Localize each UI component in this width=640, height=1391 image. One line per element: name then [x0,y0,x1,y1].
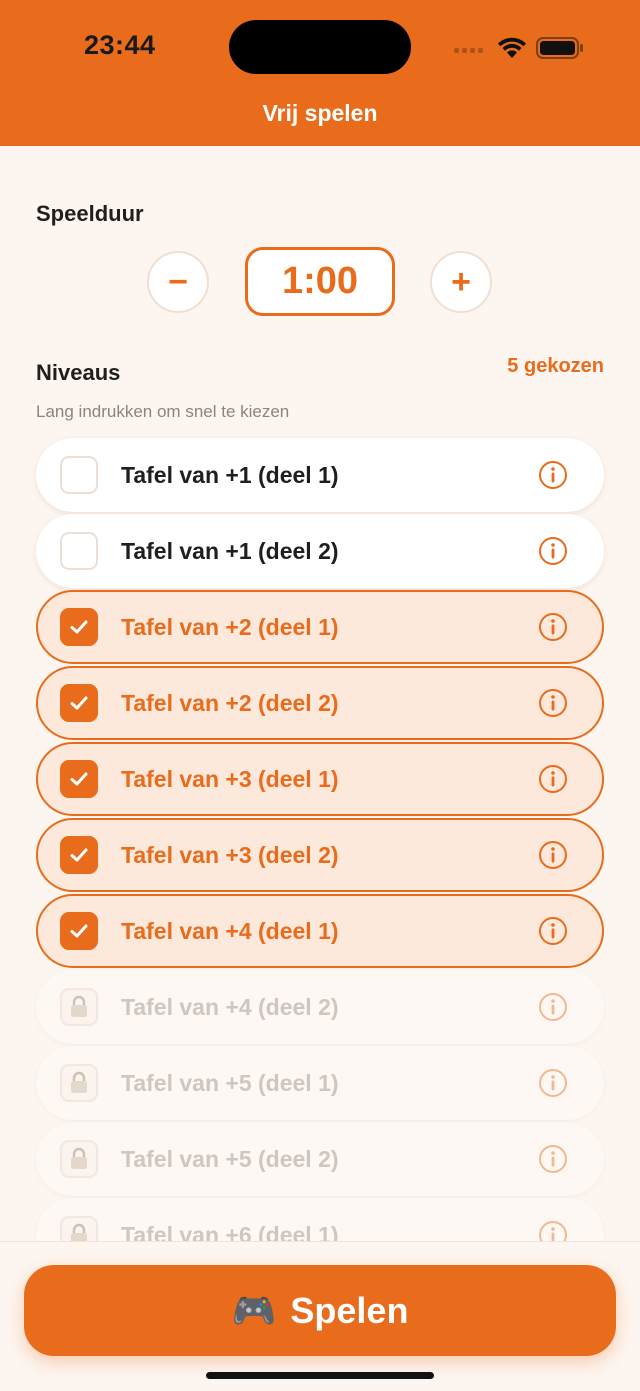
lock-icon [60,988,98,1026]
dynamic-island [229,20,411,74]
info-icon[interactable] [538,1144,568,1174]
level-label: Tafel van +1 (deel 1) [121,461,339,488]
info-icon[interactable] [538,460,568,490]
level-label: Tafel van +2 (deel 2) [121,689,339,716]
levels-list[interactable]: Tafel van +1 (deel 1) Tafel van +1 (deel … [0,436,640,1241]
wifi-icon [498,37,526,58]
lock-icon [60,1216,98,1241]
level-row[interactable]: Tafel van +4 (deel 1) [36,894,604,968]
info-icon[interactable] [538,1068,568,1098]
level-row[interactable]: Tafel van +1 (deel 1) [36,438,604,512]
battery-icon [536,37,583,59]
level-label: Tafel van +4 (deel 1) [121,917,339,944]
increase-duration-button[interactable]: + [430,251,492,313]
checkbox-checked-icon[interactable] [60,684,98,722]
level-row[interactable]: Tafel van +2 (deel 1) [36,590,604,664]
level-row[interactable]: Tafel van +2 (deel 2) [36,666,604,740]
levels-hint: Lang indrukken om snel te kiezen [36,402,290,421]
level-label: Tafel van +1 (deel 2) [121,537,339,564]
chosen-count: 5 gekozen [507,355,604,377]
level-label: Tafel van +5 (deel 2) [121,1145,339,1172]
checkbox-unchecked-icon[interactable] [60,532,98,570]
lock-icon [71,1071,87,1093]
lock-icon [71,1147,87,1169]
info-icon[interactable] [538,840,568,870]
info-icon[interactable] [538,1220,568,1241]
duration-value: 1:00 [245,247,395,316]
page-title: Vrij spelen [262,100,378,126]
level-row[interactable]: Tafel van +1 (deel 2) [36,514,604,588]
level-row: Tafel van +4 (deel 2) [36,970,604,1044]
home-indicator [206,1372,434,1379]
status-time: 23:44 [84,30,156,60]
level-label: Tafel van +2 (deel 1) [121,613,339,640]
play-button-label: Spelen [290,1289,409,1331]
cellular-signal-icon [454,48,483,53]
level-row: Tafel van +5 (deel 2) [36,1122,604,1196]
checkbox-checked-icon[interactable] [60,836,98,874]
info-icon[interactable] [538,992,568,1022]
app-header: 23:44 Vrij spelen [0,0,640,146]
level-row: Tafel van +5 (deel 1) [36,1046,604,1120]
levels-title: Niveaus [36,360,121,385]
checkbox-checked-icon[interactable] [60,760,98,798]
checkbox-unchecked-icon[interactable] [60,456,98,494]
info-icon[interactable] [538,916,568,946]
info-icon[interactable] [538,764,568,794]
info-icon[interactable] [538,536,568,566]
lock-icon [71,995,87,1017]
level-label: Tafel van +5 (deel 1) [121,1069,339,1096]
lock-icon [60,1064,98,1102]
level-row: Tafel van +6 (deel 1) [36,1198,604,1241]
lock-icon [71,1223,87,1241]
level-label: Tafel van +4 (deel 2) [121,993,339,1020]
level-label: Tafel van +6 (deel 1) [121,1221,339,1242]
level-label: Tafel van +3 (deel 2) [121,841,339,868]
decrease-duration-button[interactable]: − [147,251,209,313]
level-row[interactable]: Tafel van +3 (deel 2) [36,818,604,892]
gamepad-icon: 🎮 [231,1289,277,1331]
info-icon[interactable] [538,612,568,642]
level-label: Tafel van +3 (deel 1) [121,765,339,792]
level-row[interactable]: Tafel van +3 (deel 1) [36,742,604,816]
checkbox-checked-icon[interactable] [60,608,98,646]
lock-icon [60,1140,98,1178]
info-icon[interactable] [538,688,568,718]
play-button[interactable]: 🎮 Spelen [24,1265,616,1356]
duration-title: Speelduur [36,201,144,226]
checkbox-checked-icon[interactable] [60,912,98,950]
